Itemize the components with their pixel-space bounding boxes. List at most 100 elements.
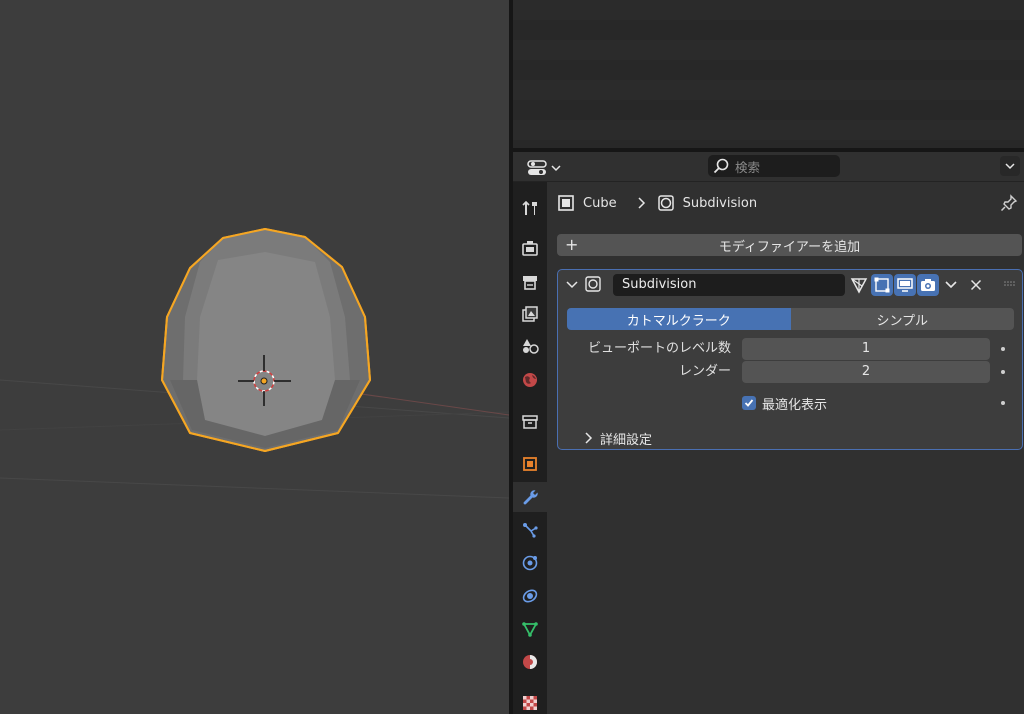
close-icon [970, 279, 982, 291]
render-levels-field[interactable]: 2 [742, 361, 990, 383]
search-placeholder: 検索 [735, 159, 761, 175]
chevron-down-icon [551, 165, 561, 172]
outliner-area[interactable] [513, 0, 1024, 148]
monitor-icon [897, 278, 913, 292]
search-icon [713, 158, 729, 174]
outliner-row [513, 100, 1024, 120]
add-modifier-button[interactable]: + モディファイアーを追加 [557, 234, 1022, 256]
tab-tool[interactable] [513, 193, 547, 223]
advanced-subpanel-toggle[interactable]: 詳細設定 [584, 428, 652, 448]
tab-modifier[interactable] [513, 482, 547, 512]
render-levels-row: レンダー 2 [558, 361, 1022, 383]
remove-modifier-button[interactable] [965, 274, 987, 296]
tool-icon [522, 200, 537, 215]
tab-material[interactable] [513, 647, 547, 677]
modifier-icon [523, 490, 538, 505]
tab-physics[interactable] [513, 548, 547, 578]
modifier-extras-dropdown[interactable] [940, 274, 962, 296]
object-icon [523, 457, 537, 471]
outliner-row [513, 0, 1024, 20]
tab-constraints[interactable] [513, 581, 547, 611]
data-icon [522, 622, 538, 637]
breadcrumb-modifier: Subdivision [682, 195, 758, 211]
subdivided-cube-mesh[interactable] [161, 228, 371, 452]
collapse-chevron-icon[interactable] [566, 279, 578, 291]
viewport-levels-row: ビューポートのレベル数 1 [558, 338, 1022, 360]
tab-render[interactable] [513, 233, 547, 263]
subdivision-modifier-icon [657, 195, 674, 211]
viewport-scene [0, 228, 509, 499]
tab-collection[interactable] [513, 407, 547, 437]
on-cage-icon [850, 278, 868, 294]
animate-property-dot[interactable] [1001, 370, 1005, 374]
floor-line [0, 477, 509, 499]
breadcrumb: Cube Subdivision [557, 192, 757, 214]
edit-mode-icon [874, 277, 890, 293]
camera-icon [921, 279, 935, 291]
modifier-name-input[interactable]: Subdivision [613, 274, 845, 296]
plus-icon: + [565, 235, 579, 254]
outliner-row [513, 60, 1024, 80]
texture-icon [523, 696, 537, 710]
tab-view-layer[interactable] [513, 299, 547, 329]
search-input[interactable]: 検索 [708, 155, 840, 177]
subdivision-method-selector: カトマルクラーク シンプル [567, 308, 1014, 330]
properties-tabs [513, 182, 547, 714]
advanced-label: 詳細設定 [600, 432, 653, 448]
tab-scene[interactable] [513, 331, 547, 361]
optimal-display-label: 最適化表示 [762, 397, 828, 413]
outliner-row [513, 120, 1024, 140]
animate-property-dot[interactable] [1001, 401, 1005, 405]
tab-particles[interactable] [513, 515, 547, 545]
output-icon [523, 276, 537, 290]
on-cage-toggle[interactable] [848, 274, 870, 296]
optimal-display-checkbox-row[interactable]: 最適化表示 [742, 392, 827, 414]
outliner-row [513, 20, 1024, 40]
subdivision-modifier-panel: Subdivision カトマルクラーク シンプル ビューポートのレベル数 1 … [557, 269, 1023, 450]
subdivision-modifier-icon [585, 276, 601, 292]
drag-handle-icon[interactable] [1004, 281, 1016, 287]
add-modifier-label: モディファイアーを追加 [718, 239, 861, 255]
view-layer-icon [522, 306, 538, 322]
particles-icon [523, 523, 538, 538]
outliner-row [513, 80, 1024, 100]
outliner-row [513, 40, 1024, 60]
object-icon [558, 195, 574, 211]
tab-texture[interactable] [513, 688, 547, 714]
method-catmull-clark[interactable]: カトマルクラーク [567, 308, 791, 330]
chevron-down-icon [1005, 163, 1015, 170]
tab-world[interactable] [513, 365, 547, 395]
chevron-right-icon [638, 197, 645, 209]
pin-icon[interactable] [1000, 194, 1018, 212]
optimal-display-checkbox[interactable] [742, 396, 756, 410]
properties-header: 検索 [513, 152, 1024, 182]
properties-main: Cube Subdivision + モディファイアーを追加 Subdivisi… [547, 182, 1024, 714]
tab-object[interactable] [513, 449, 547, 479]
collection-icon [522, 415, 538, 429]
method-simple[interactable]: シンプル [790, 308, 1014, 330]
chevron-down-icon [945, 281, 957, 289]
constraints-icon [522, 589, 538, 603]
edit-mode-toggle[interactable] [871, 274, 893, 296]
options-dropdown-button[interactable] [1000, 156, 1020, 176]
viewport-levels-field[interactable]: 1 [742, 338, 990, 360]
render-levels-label: レンダー [678, 364, 731, 379]
viewport-levels-label: ビューポートのレベル数 [587, 341, 731, 356]
properties-editor-icon [527, 160, 547, 175]
scene-icon [523, 339, 539, 354]
material-icon [523, 655, 537, 669]
physics-icon [522, 555, 538, 571]
object-origin [260, 377, 268, 385]
render-icon [522, 241, 538, 256]
chevron-right-icon [585, 432, 593, 444]
3d-viewport[interactable] [0, 0, 509, 714]
outliner-row [513, 140, 1024, 148]
world-icon [523, 373, 537, 387]
realtime-viewport-toggle[interactable] [894, 274, 916, 296]
render-toggle[interactable] [917, 274, 939, 296]
animate-property-dot[interactable] [1001, 347, 1005, 351]
tab-data[interactable] [513, 614, 547, 644]
modifier-panel-header[interactable]: Subdivision [558, 270, 1022, 300]
tab-output[interactable] [513, 267, 547, 297]
editor-type-button[interactable] [523, 157, 571, 179]
